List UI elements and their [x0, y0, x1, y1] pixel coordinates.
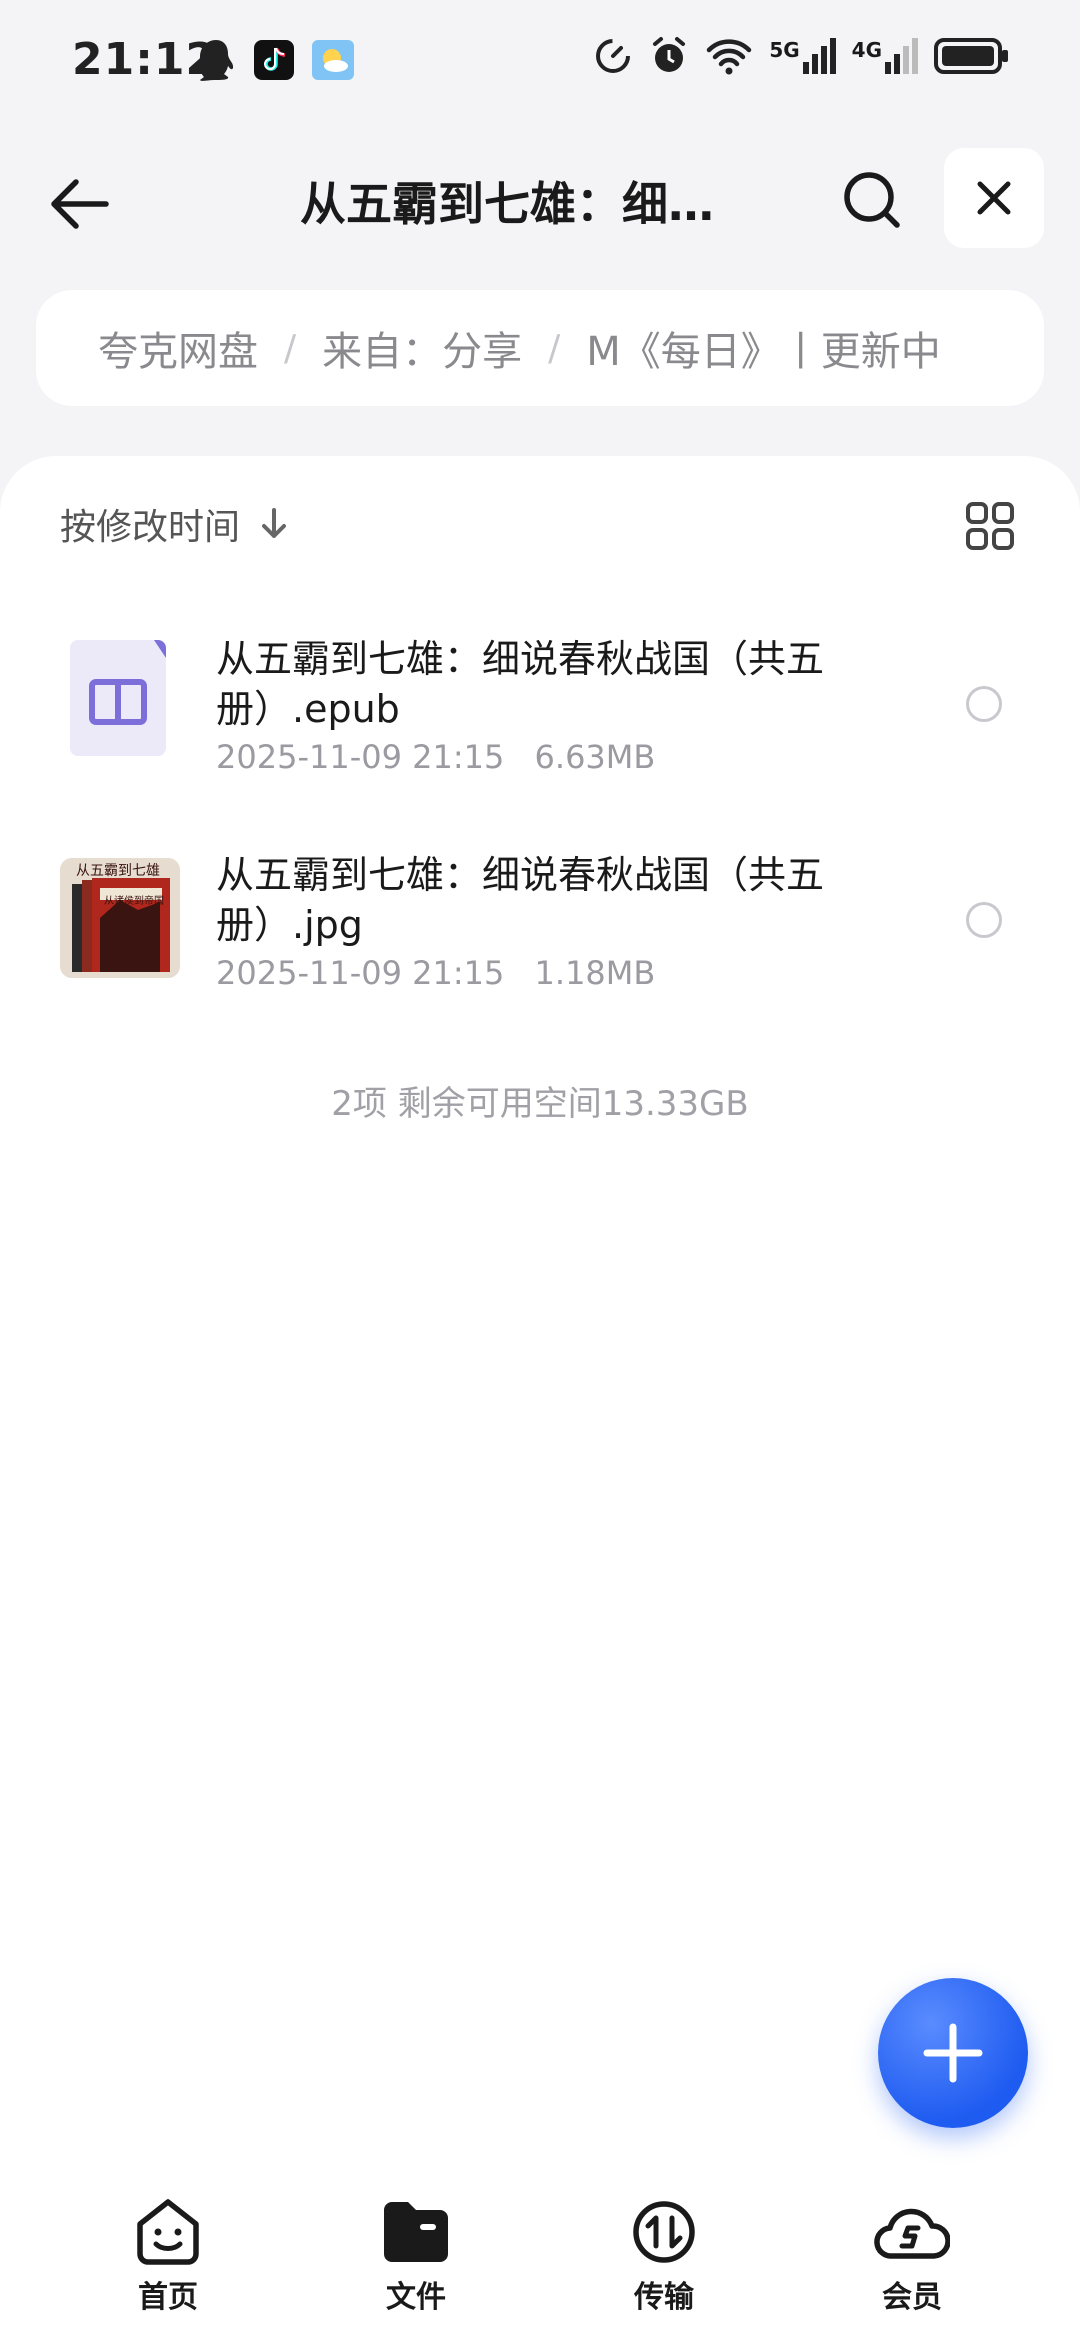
- nav-label: 首页: [138, 2280, 198, 2315]
- arrow-down-icon: [262, 508, 287, 538]
- network-4g-label: 4G: [851, 38, 882, 62]
- sort-control[interactable]: 按修改时间: [60, 498, 290, 550]
- list-item[interactable]: 从五霸到七雄 从诸侯到帝国 从五霸到七雄：细说春秋战国（共五册）.jpg 202…: [0, 850, 1080, 1040]
- status-right-icons: 5G 4G: [593, 36, 1010, 76]
- back-button[interactable]: [44, 168, 116, 240]
- thumbnail-title: 从五霸到七雄: [76, 863, 160, 879]
- search-button[interactable]: [836, 164, 908, 236]
- battery-icon: [934, 38, 1008, 74]
- alarm-icon: [653, 37, 686, 72]
- close-button[interactable]: [944, 148, 1044, 248]
- bottom-nav: 首页 文件 传输 会员: [0, 2176, 1080, 2340]
- file-name: 从五霸到七雄：细说春秋战国（共五册）.jpg: [216, 853, 825, 947]
- member-cloud-icon: [874, 2208, 950, 2259]
- nav-label: 会员: [882, 2280, 942, 2315]
- breadcrumb: 夸克网盘 / 来自：分享 / M《每日》丨更新中: [36, 290, 1044, 406]
- signal-4g: 4G: [852, 38, 918, 74]
- file-date: 2025-11-09 21:15: [216, 954, 505, 992]
- breadcrumb-item-share[interactable]: 来自：分享: [322, 319, 522, 377]
- qq-icon: [196, 40, 234, 81]
- screen: 21:12 5G 4G 从五霸到七雄：细… 夸克网盘 / 来自：分享 / M《每…: [0, 0, 1080, 2340]
- data-saver-icon: [596, 39, 631, 73]
- file-size: 6.63MB: [534, 738, 656, 776]
- breadcrumb-item-root[interactable]: 夸克网盘: [98, 319, 258, 377]
- grid-view-button[interactable]: [960, 496, 1020, 556]
- book-icon: [70, 640, 166, 756]
- breadcrumb-item-current[interactable]: M《每日》丨更新中: [586, 319, 941, 377]
- nav-label: 文件: [386, 2280, 446, 2315]
- select-radio[interactable]: [966, 686, 1002, 722]
- breadcrumb-separator: /: [548, 327, 561, 369]
- status-bar: 21:12 5G 4G: [0, 0, 1080, 120]
- weather-icon: [312, 40, 354, 80]
- file-meta: 2025-11-09 21:15 1.18MB: [216, 954, 655, 992]
- sort-label: 按修改时间: [60, 507, 241, 548]
- image-thumbnail: 从五霸到七雄 从诸侯到帝国: [60, 858, 180, 978]
- file-list-panel: 按修改时间 从五霸到七雄：细说春秋战国（共五册）.epub 2025-11-09…: [0, 456, 1080, 2176]
- file-size: 1.18MB: [534, 954, 656, 992]
- signal-5g: 5G: [769, 38, 836, 74]
- tiktok-icon: [254, 40, 294, 80]
- home-face-icon: [137, 2199, 199, 2265]
- search-icon: [844, 172, 900, 228]
- nav-item-files[interactable]: 文件: [336, 2198, 496, 2316]
- nav-item-home[interactable]: 首页: [88, 2198, 248, 2316]
- file-date: 2025-11-09 21:15: [216, 738, 505, 776]
- thumbnail-subtitle: 从诸侯到帝国: [104, 896, 164, 907]
- nav-label: 传输: [634, 2280, 694, 2315]
- close-icon: [977, 181, 1011, 215]
- storage-summary: 2项 剩余可用空间13.33GB: [331, 1084, 749, 1124]
- grid-icon: [966, 502, 1014, 550]
- arrow-left-icon: [51, 179, 109, 229]
- nav-item-transfer[interactable]: 传输: [584, 2198, 744, 2316]
- header: 从五霸到七雄：细…: [0, 140, 1080, 260]
- add-button[interactable]: [878, 1978, 1028, 2128]
- status-left-icons: [196, 38, 354, 82]
- file-meta: 2025-11-09 21:15 6.63MB: [216, 738, 655, 776]
- plus-icon: [923, 2023, 983, 2083]
- folder-icon: [384, 2202, 448, 2262]
- network-5g-label: 5G: [769, 38, 800, 62]
- nav-item-member[interactable]: 会员: [832, 2198, 992, 2316]
- select-radio[interactable]: [966, 902, 1002, 938]
- file-name: 从五霸到七雄：细说春秋战国（共五册）.epub: [216, 637, 825, 731]
- page-title: 从五霸到七雄：细…: [300, 177, 714, 231]
- list-item[interactable]: 从五霸到七雄：细说春秋战国（共五册）.epub 2025-11-09 21:15…: [0, 634, 1080, 824]
- breadcrumb-separator: /: [284, 327, 297, 369]
- transfer-icon: [633, 2201, 695, 2263]
- wifi-icon: [707, 39, 752, 75]
- file-thumbnail: [60, 638, 180, 758]
